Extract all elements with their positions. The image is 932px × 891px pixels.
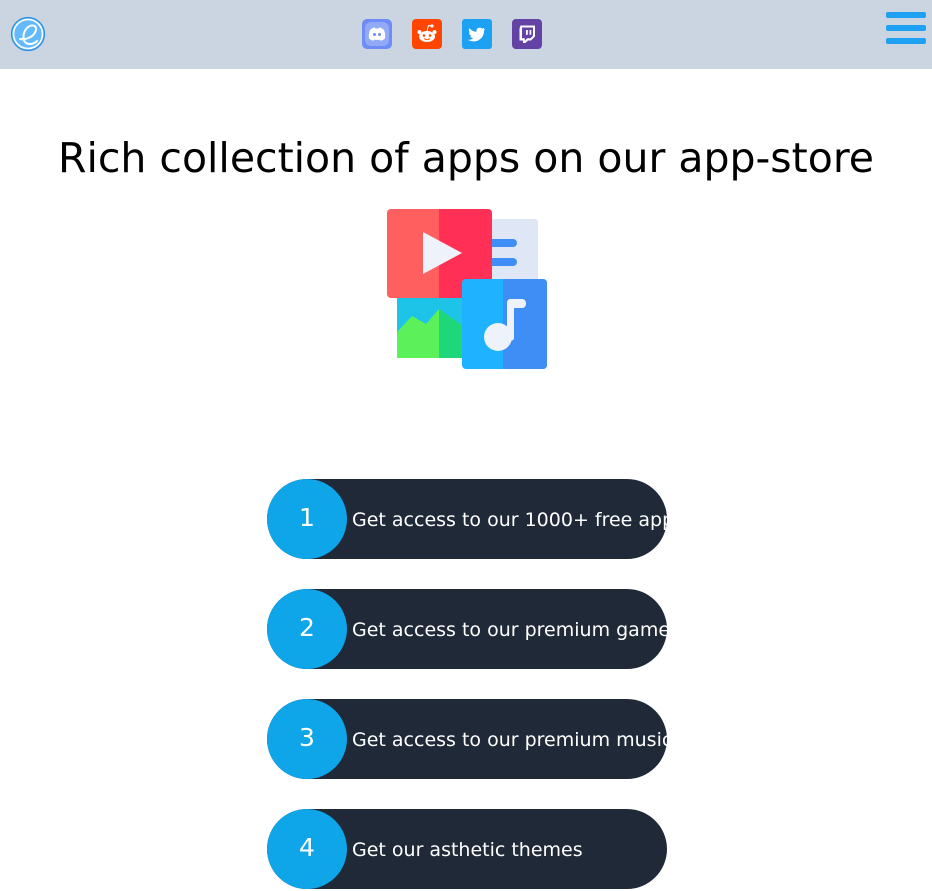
twitter-icon[interactable] — [462, 19, 492, 49]
feature-label: Get access to our premium games — [352, 619, 680, 641]
feature-number: 1 — [267, 479, 347, 559]
menu-bar — [886, 12, 926, 18]
feature-number: 2 — [267, 589, 347, 669]
feature-item[interactable]: 2 Get access to our premium games — [267, 589, 680, 669]
feature-item[interactable]: 4 Get our asthetic themes — [267, 809, 667, 889]
top-navbar — [0, 0, 932, 69]
hamburger-menu-icon[interactable] — [886, 12, 926, 46]
feature-number: 4 — [267, 809, 347, 889]
discord-icon[interactable] — [362, 19, 392, 49]
elementary-logo-icon[interactable] — [10, 16, 46, 52]
feature-label: Get access to our premium music — [352, 729, 673, 751]
media-apps-collage-icon — [386, 208, 548, 370]
page-title: Rich collection of apps on our app-store — [57, 134, 875, 182]
feature-label: Get our asthetic themes — [352, 839, 583, 861]
reddit-icon[interactable] — [412, 19, 442, 49]
feature-item[interactable]: 1 Get access to our 1000+ free apps — [267, 479, 684, 559]
twitch-icon[interactable] — [512, 19, 542, 49]
menu-bar — [886, 25, 926, 31]
feature-label: Get access to our 1000+ free apps — [352, 509, 685, 531]
menu-bar — [886, 38, 926, 44]
feature-number: 3 — [267, 699, 347, 779]
feature-item[interactable]: 3 Get access to our premium music — [267, 699, 672, 779]
